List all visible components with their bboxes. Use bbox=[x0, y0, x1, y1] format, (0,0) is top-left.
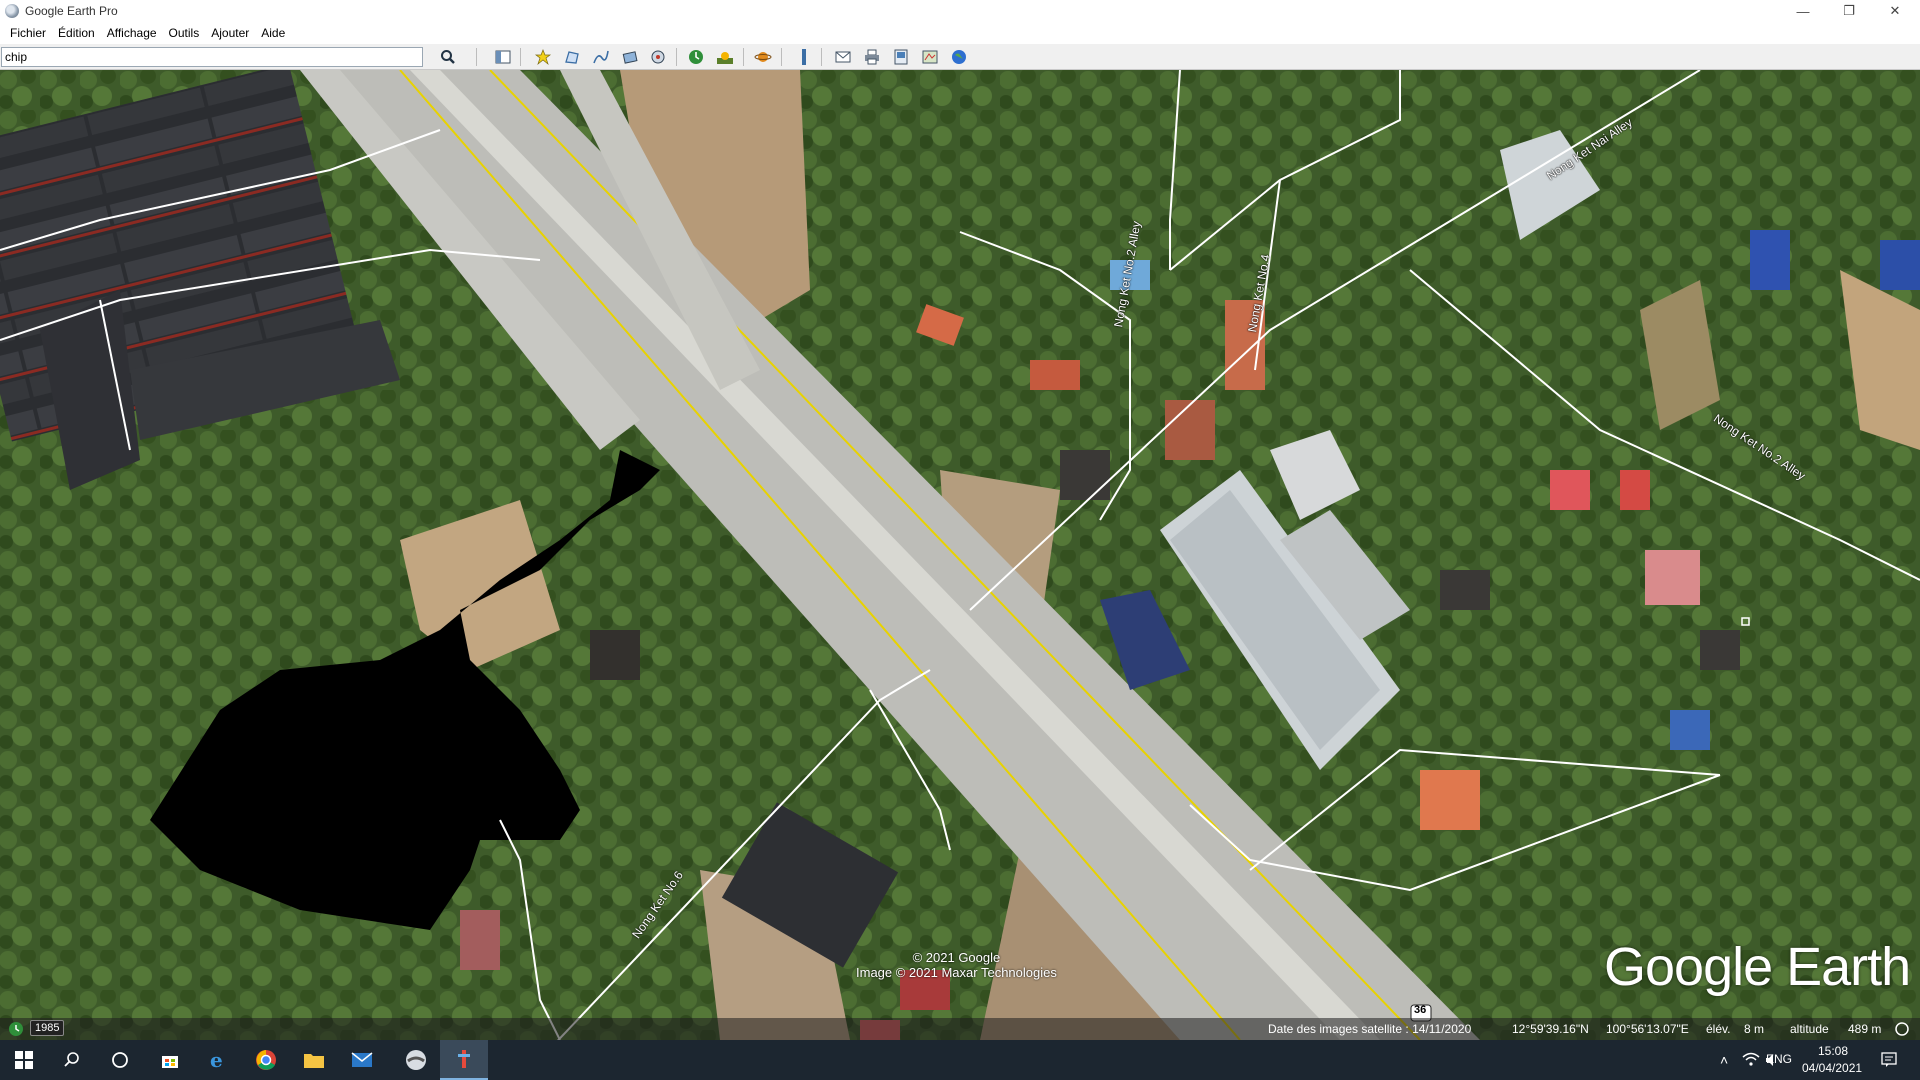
store-icon bbox=[162, 1056, 178, 1068]
start-button[interactable] bbox=[0, 1040, 48, 1080]
map-viewport[interactable]: Nong Ket No.6 Nong Ket No.2 Alley Nong K… bbox=[0, 70, 1920, 1040]
cortana-button[interactable] bbox=[96, 1040, 144, 1080]
earth-button[interactable] bbox=[948, 47, 970, 67]
latitude: 12°59'39.16"N bbox=[1512, 1022, 1589, 1036]
menu-fichier[interactable]: Fichier bbox=[4, 24, 52, 42]
record-tour-icon bbox=[651, 50, 665, 64]
add-overlay-icon bbox=[622, 51, 638, 64]
wifi-icon[interactable] bbox=[1742, 1052, 1760, 1068]
google-earth-logo: Google Earth bbox=[1604, 937, 1911, 997]
email-button[interactable] bbox=[832, 47, 854, 67]
chrome-icon bbox=[256, 1050, 276, 1070]
clock-date[interactable]: 04/04/2021 bbox=[1802, 1061, 1862, 1075]
edge-button[interactable]: e bbox=[194, 1040, 242, 1080]
windows-taskbar: e ˄ ENG 15:08 04/04/2021 bbox=[0, 1040, 1920, 1080]
menu-affichage[interactable]: Affichage bbox=[101, 24, 163, 42]
tray-chevron-icon[interactable]: ˄ bbox=[1720, 1052, 1728, 1068]
streaming-progress-icon bbox=[1895, 1022, 1909, 1036]
ruler-icon bbox=[802, 49, 806, 65]
save-image-button[interactable] bbox=[890, 47, 912, 67]
edge-icon: e bbox=[210, 1049, 223, 1071]
print-button[interactable] bbox=[861, 47, 883, 67]
chrome-button[interactable] bbox=[242, 1040, 290, 1080]
add-placemark-icon bbox=[534, 49, 552, 66]
search-input[interactable] bbox=[1, 47, 423, 67]
add-placemark-button[interactable] bbox=[532, 47, 554, 67]
longitude: 100°56'13.07"E bbox=[1606, 1022, 1689, 1036]
imagery-year: 1985 bbox=[30, 1020, 65, 1036]
print-icon bbox=[865, 49, 879, 65]
taskbar-search-button[interactable] bbox=[48, 1040, 96, 1080]
historical-clock-icon[interactable] bbox=[8, 1021, 24, 1037]
sunlight-button[interactable] bbox=[714, 47, 736, 67]
google-earth-app-icon bbox=[5, 4, 19, 18]
satellite-imagery bbox=[0, 70, 1920, 1040]
close-button[interactable]: ✕ bbox=[1872, 0, 1918, 22]
menu-aide[interactable]: Aide bbox=[255, 24, 291, 42]
view-in-maps-button[interactable] bbox=[919, 47, 941, 67]
file-explorer-button[interactable] bbox=[290, 1040, 338, 1080]
google-earth-icon bbox=[406, 1050, 426, 1070]
store-button[interactable] bbox=[146, 1040, 194, 1080]
altitude-value: 489 m bbox=[1848, 1022, 1882, 1036]
save-image-icon bbox=[894, 49, 908, 65]
ruler-button[interactable] bbox=[793, 47, 815, 67]
minimize-button[interactable]: — bbox=[1780, 0, 1826, 22]
cortana-icon bbox=[112, 1052, 128, 1068]
menu-edition[interactable]: Édition bbox=[52, 24, 101, 42]
route-badge: 36 bbox=[1414, 1004, 1427, 1016]
menu-bar: Fichier Édition Affichage Outils Ajouter… bbox=[0, 22, 1920, 44]
maximize-button[interactable]: ❐ bbox=[1826, 0, 1872, 22]
status-bar: 1985 Date des images satellite : 14/11/2… bbox=[0, 1018, 1920, 1040]
copyright-maxar: Image © 2021 Maxar Technologies bbox=[856, 965, 1057, 980]
sunlight-icon bbox=[717, 52, 733, 64]
mail-icon bbox=[351, 1052, 373, 1067]
add-path-button[interactable] bbox=[590, 47, 612, 67]
mail-button[interactable] bbox=[338, 1040, 386, 1080]
view-in-maps-icon bbox=[922, 50, 938, 64]
svg-text:e: e bbox=[210, 1049, 223, 1071]
email-icon bbox=[835, 51, 851, 63]
add-polygon-button[interactable] bbox=[561, 47, 583, 67]
historical-imagery-button[interactable] bbox=[685, 47, 707, 67]
elevation-value: 8 m bbox=[1744, 1022, 1765, 1036]
app-icon bbox=[458, 1050, 470, 1068]
earth-icon bbox=[952, 50, 966, 64]
search-icon bbox=[441, 50, 455, 64]
windows-start-icon bbox=[15, 1051, 33, 1069]
language-indicator[interactable]: ENG bbox=[1766, 1052, 1792, 1066]
imagery-copyright: © 2021 Google Image © 2021 Maxar Technol… bbox=[856, 950, 1057, 980]
switch-planet-icon bbox=[754, 52, 772, 62]
historical-imagery-icon bbox=[689, 50, 703, 64]
add-path-icon bbox=[593, 50, 609, 64]
copyright-google: © 2021 Google bbox=[912, 950, 1001, 965]
menu-ajouter[interactable]: Ajouter bbox=[205, 24, 255, 42]
search-icon bbox=[64, 1052, 79, 1067]
file-explorer-icon bbox=[304, 1054, 324, 1068]
notifications-icon[interactable] bbox=[1880, 1051, 1898, 1069]
altitude-label: altitude bbox=[1790, 1022, 1829, 1036]
imagery-date: Date des images satellite : 14/11/2020 bbox=[1268, 1022, 1472, 1036]
elevation-label: élév. bbox=[1706, 1022, 1731, 1036]
sidebar-toggle-button[interactable] bbox=[492, 47, 514, 67]
switch-planet-button[interactable] bbox=[752, 47, 774, 67]
active-app-button[interactable] bbox=[440, 1040, 488, 1080]
search-button[interactable] bbox=[437, 47, 459, 67]
clock-time[interactable]: 15:08 bbox=[1818, 1044, 1848, 1058]
menu-outils[interactable]: Outils bbox=[163, 24, 206, 42]
toolbar bbox=[0, 44, 1920, 70]
title-bar: Google Earth Pro — ❐ ✕ bbox=[0, 0, 1920, 22]
google-earth-taskbar-button[interactable] bbox=[392, 1040, 440, 1080]
record-tour-button[interactable] bbox=[648, 47, 670, 67]
window-title: Google Earth Pro bbox=[25, 4, 118, 18]
sidebar-toggle-icon bbox=[495, 50, 511, 64]
add-overlay-button[interactable] bbox=[619, 47, 641, 67]
add-polygon-icon bbox=[565, 51, 579, 64]
